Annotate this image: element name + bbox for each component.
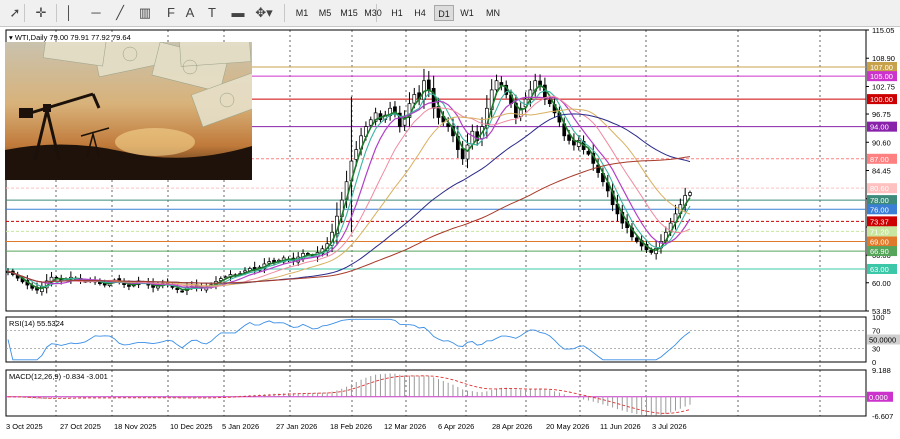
timeframe-h1[interactable]: H1 xyxy=(388,5,406,21)
candle-body xyxy=(460,148,465,160)
macd-zero-tag-label: 0.000 xyxy=(869,393,888,402)
y-tick-label: 102.75 xyxy=(872,82,895,91)
x-axis-label: 5 Jan 2026 xyxy=(222,422,259,431)
crosshair-icon[interactable]: ✛ xyxy=(30,4,52,22)
candle-body xyxy=(422,80,426,100)
cursor-icon[interactable]: ➚ xyxy=(6,4,24,22)
chart-title: ▾ WTI,Daily 79.00 79.91 77.92 79.64 xyxy=(9,33,131,42)
price-level-label: 100.00 xyxy=(870,95,893,104)
timeframe-d1[interactable]: D1 xyxy=(434,5,454,21)
rsi-label: RSI(14) 55.5324 xyxy=(9,319,64,328)
price-level-label: 107.00 xyxy=(870,63,893,72)
x-axis-label: 27 Oct 2025 xyxy=(60,422,101,431)
x-axis-label: 3 Jul 2026 xyxy=(652,422,687,431)
timeframe-m15[interactable]: M15 xyxy=(338,5,360,21)
candle-body xyxy=(470,130,475,145)
x-axis-label: 12 Mar 2026 xyxy=(384,422,426,431)
candle-body xyxy=(586,150,591,155)
candle-body xyxy=(688,192,692,196)
rsi-pane-frame xyxy=(5,316,867,363)
timeframe-m30[interactable]: M30 xyxy=(362,5,384,21)
macd-label: MACD(12,26,9) -0.834 -3.001 xyxy=(9,372,108,381)
price-level-label: 80.60 xyxy=(870,184,889,193)
oil-money-photo xyxy=(5,42,252,180)
shapes-dropdown-icon[interactable]: ✥▾ xyxy=(252,4,276,22)
text-label-icon[interactable]: T xyxy=(204,4,220,22)
candle-body xyxy=(180,290,184,293)
y-tick-label: 96.75 xyxy=(872,110,891,119)
candle-body xyxy=(431,88,436,109)
price-level-label: 76.00 xyxy=(870,205,889,214)
timeframe-mn[interactable]: MN xyxy=(481,5,505,21)
channel-icon[interactable]: ▥ xyxy=(134,4,156,22)
price-level-label: 69.00 xyxy=(870,237,889,246)
macd-tick-label: 9.188 xyxy=(872,366,891,375)
candle-body xyxy=(494,80,499,91)
rectangle-label-icon[interactable]: ▬ xyxy=(228,4,248,22)
rsi-value-tag-label: 50.0000 xyxy=(869,336,896,345)
toolbar-separator xyxy=(24,4,25,22)
timeframe-m5[interactable]: M5 xyxy=(315,5,335,21)
y-tick-label: 115.05 xyxy=(872,26,894,35)
price-level-label: 105.00 xyxy=(870,72,893,81)
candle-body xyxy=(634,237,639,242)
candle-body xyxy=(547,99,552,105)
toolbar-separator xyxy=(56,4,57,22)
price-level-label: 94.00 xyxy=(870,123,889,132)
macd-tick-label: -6.607 xyxy=(872,412,893,421)
y-tick-label: 90.60 xyxy=(872,138,891,147)
toolbar-separator xyxy=(284,4,285,22)
horizontal-line-icon[interactable]: ─ xyxy=(86,4,106,22)
y-tick-label: 84.45 xyxy=(872,167,891,176)
candle-body xyxy=(127,284,131,287)
vertical-line-icon[interactable]: │ xyxy=(62,4,76,22)
rsi-tick-label: 70 xyxy=(872,327,880,336)
chart-toolbar: ➚ ✛ │ ─ ╱ ▥ F A T ▬ ✥▾ M1 M5 M15 M30 H1 H4 D1 W1 MN xyxy=(0,0,900,27)
x-axis-label: 3 Oct 2025 xyxy=(6,422,43,431)
x-axis-label: 20 May 2026 xyxy=(546,422,589,431)
candle-body xyxy=(267,261,272,264)
trendline-icon[interactable]: ╱ xyxy=(110,4,130,22)
y-tick-label: 108.90 xyxy=(872,54,895,63)
timeframe-w1[interactable]: W1 xyxy=(457,5,477,21)
fibonacci-icon[interactable]: F xyxy=(164,4,178,22)
x-axis-label: 11 Jun 2026 xyxy=(600,422,641,431)
x-axis-label: 6 Apr 2026 xyxy=(438,422,474,431)
price-level-label: 63.00 xyxy=(870,265,889,274)
x-axis-label: 18 Feb 2026 xyxy=(330,422,372,431)
candle-body xyxy=(649,249,654,253)
price-level-label: 87.00 xyxy=(870,155,889,164)
text-tool-icon[interactable]: A xyxy=(182,4,198,22)
rsi-tick-label: 30 xyxy=(872,345,880,354)
price-level-label: 71.20 xyxy=(870,227,889,236)
candle-body xyxy=(426,79,431,91)
x-axis-label: 18 Nov 2025 xyxy=(114,422,157,431)
x-axis-label: 10 Dec 2025 xyxy=(170,422,213,431)
x-axis-label: 27 Jan 2026 xyxy=(276,422,317,431)
y-tick-label: 60.00 xyxy=(872,279,891,288)
candle-body xyxy=(354,149,359,160)
x-axis-label: 28 Apr 2026 xyxy=(492,422,532,431)
timeframe-m1[interactable]: M1 xyxy=(292,5,312,21)
timeframe-h4[interactable]: H4 xyxy=(410,5,430,21)
candle-body xyxy=(412,94,417,104)
price-level-label: 66.90 xyxy=(870,247,889,256)
price-level-label: 78.00 xyxy=(870,196,889,205)
price-level-label: 73.37 xyxy=(870,217,889,226)
rsi-tick-label: 100 xyxy=(872,313,885,322)
